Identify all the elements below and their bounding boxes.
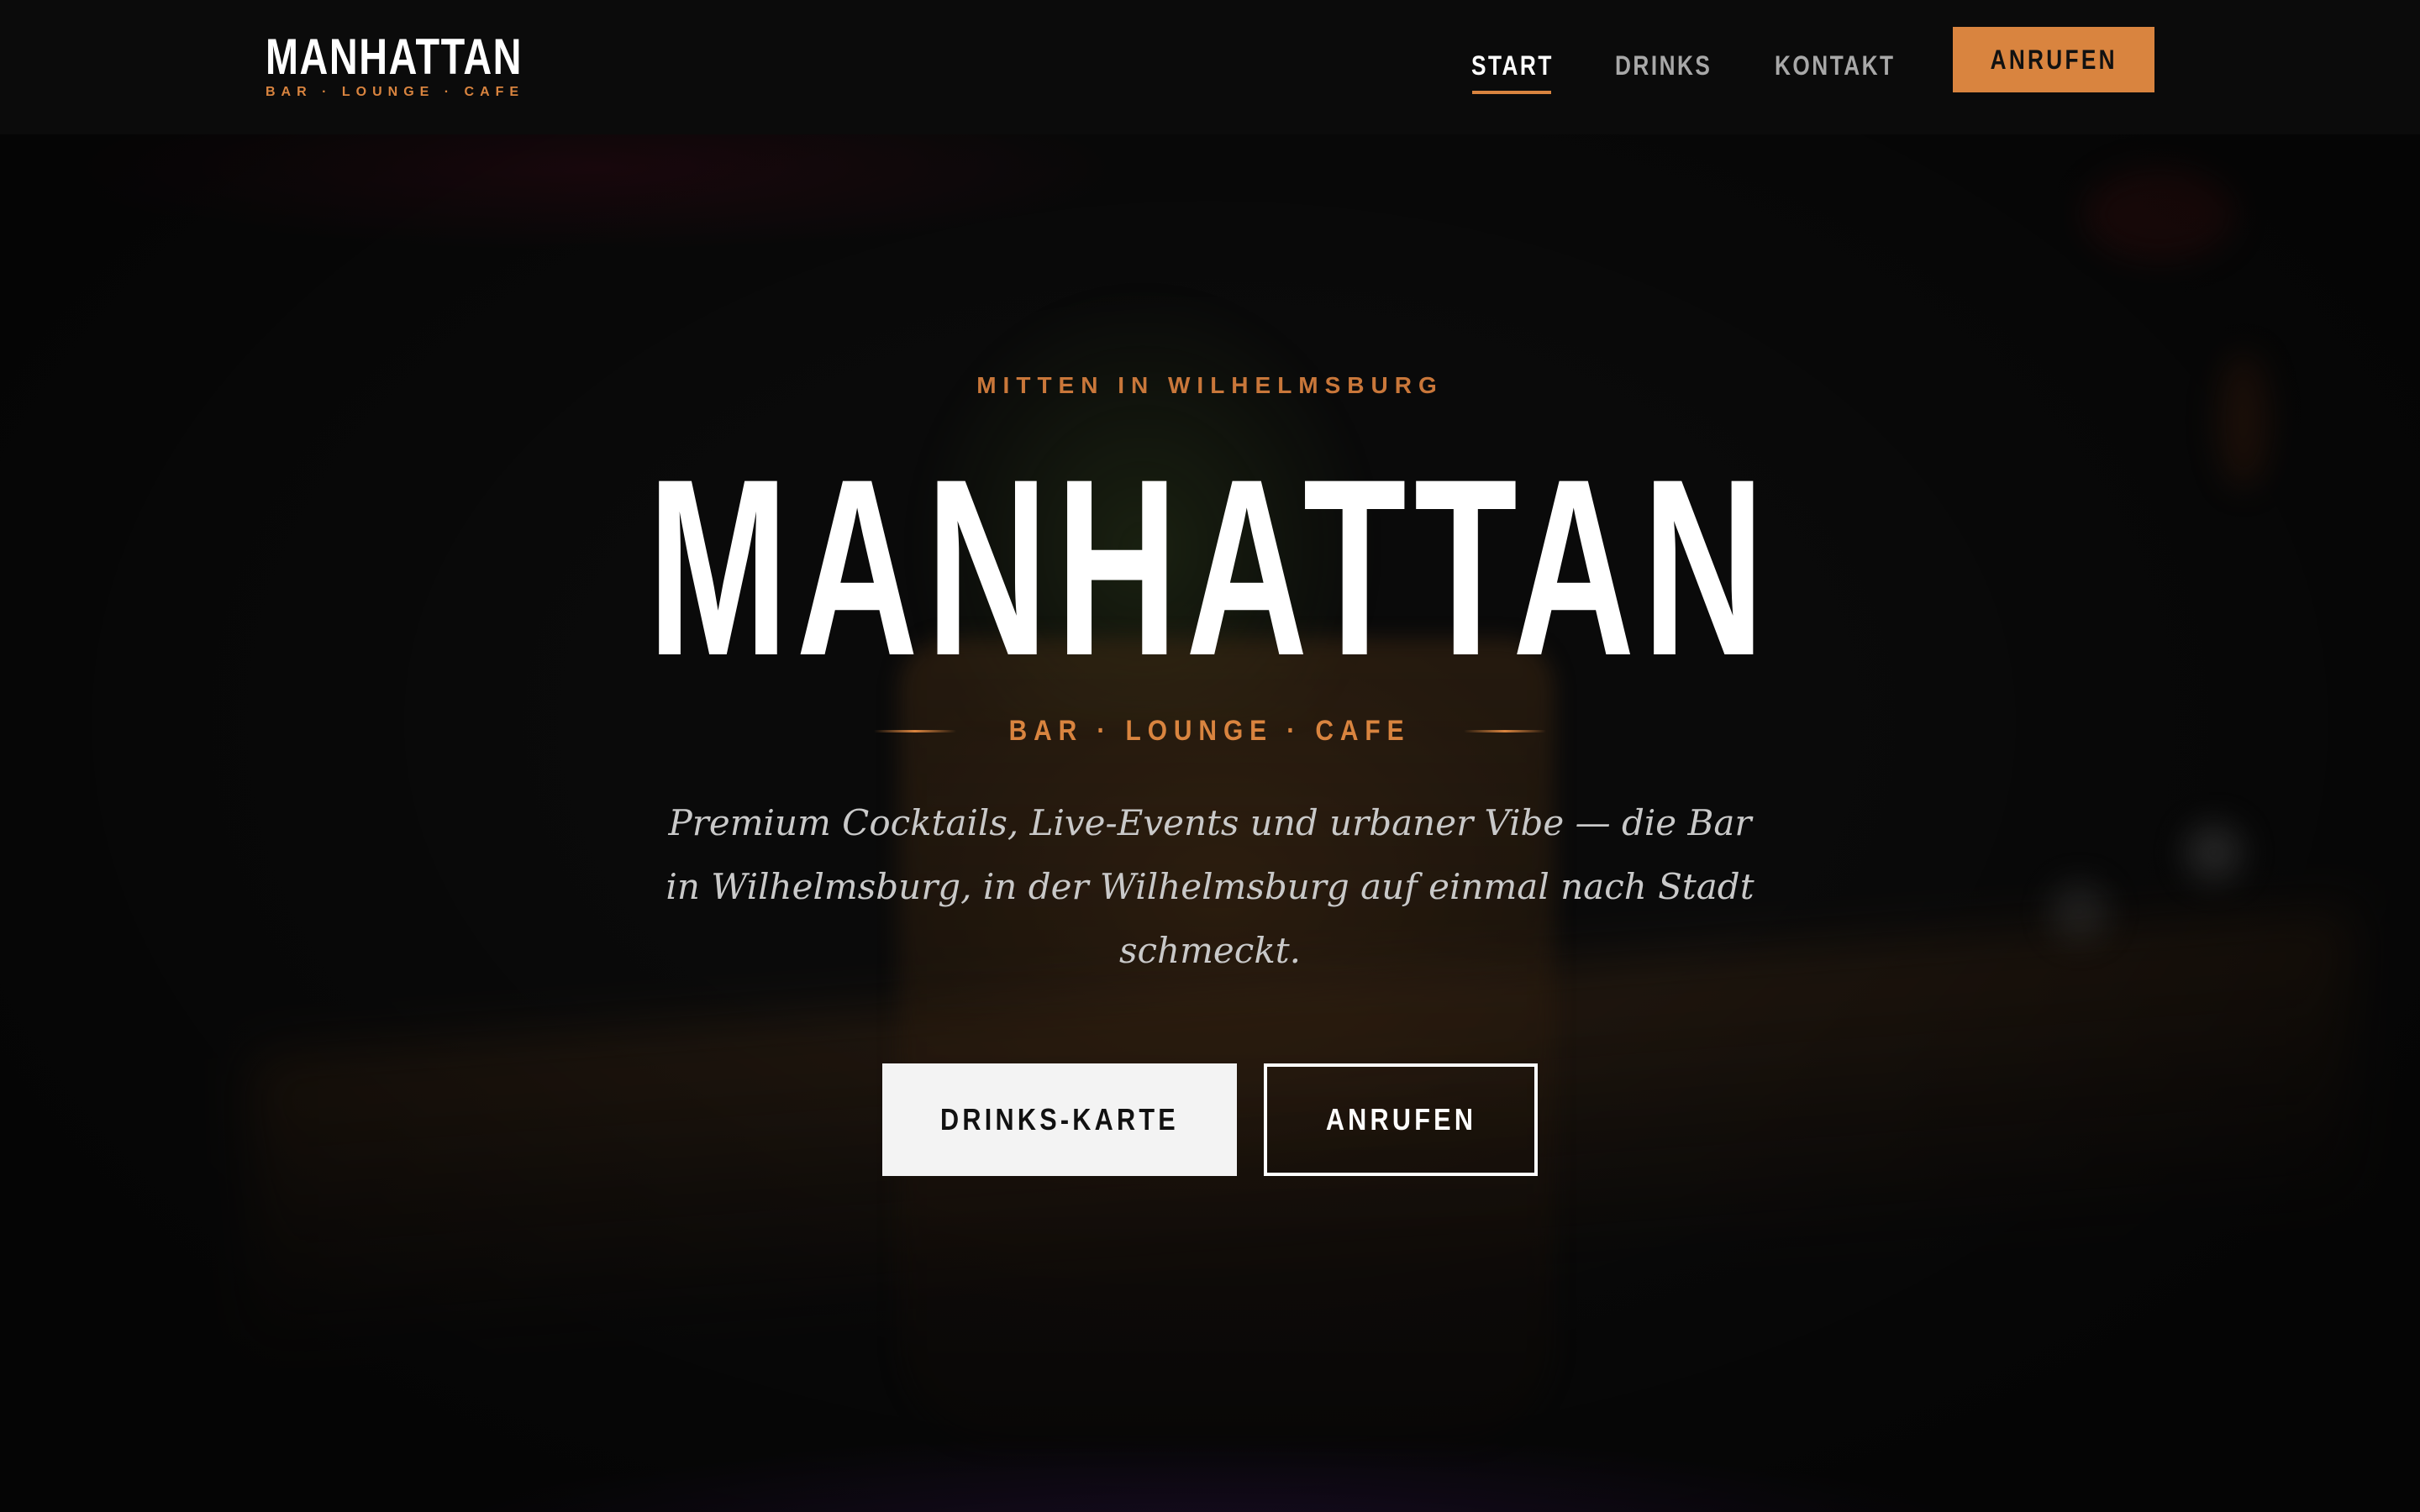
page: MANHATTAN BAR · LOUNGE · CAFE START DRIN… [0,0,2420,1512]
hero-title: MANHATTAN [647,426,1773,708]
header-call-button[interactable]: ANRUFEN [1953,27,2154,92]
divider-left [874,729,957,732]
drinks-menu-button[interactable]: DRINKS-KARTE [882,1063,1237,1176]
nav-item-start[interactable]: START [1471,47,1554,84]
drinks-menu-button-label: DRINKS-KARTE [940,1102,1179,1137]
hero-tagline: BAR · LOUNGE · CAFE [1009,714,1411,747]
site-header: MANHATTAN BAR · LOUNGE · CAFE START DRIN… [0,0,2420,134]
logo[interactable]: MANHATTAN BAR · LOUNGE · CAFE [266,30,534,101]
hero-description: Premium Cocktails, Live-Events und urban… [666,802,1754,971]
header-call-button-label: ANRUFEN [1990,44,2118,75]
hero-call-button[interactable]: ANRUFEN [1264,1063,1538,1176]
logo-subtitle: BAR · LOUNGE · CAFE [266,85,525,99]
nav-item-kontakt[interactable]: KONTAKT [1775,47,1896,84]
nav-item-drinks[interactable]: DRINKS [1615,47,1712,84]
active-nav-indicator [1472,91,1551,94]
hero-tagline-row: BAR · LOUNGE · CAFE [874,706,1546,756]
hero-section: MITTEN IN WILHELMSBURG MANHATTAN BAR · L… [0,134,2420,1512]
logo-title: MANHATTAN [266,29,523,85]
divider-right [1463,729,1546,732]
hero-kicker: MITTEN IN WILHELMSBURG [976,372,1444,398]
hero-call-button-label: ANRUFEN [1325,1102,1476,1137]
